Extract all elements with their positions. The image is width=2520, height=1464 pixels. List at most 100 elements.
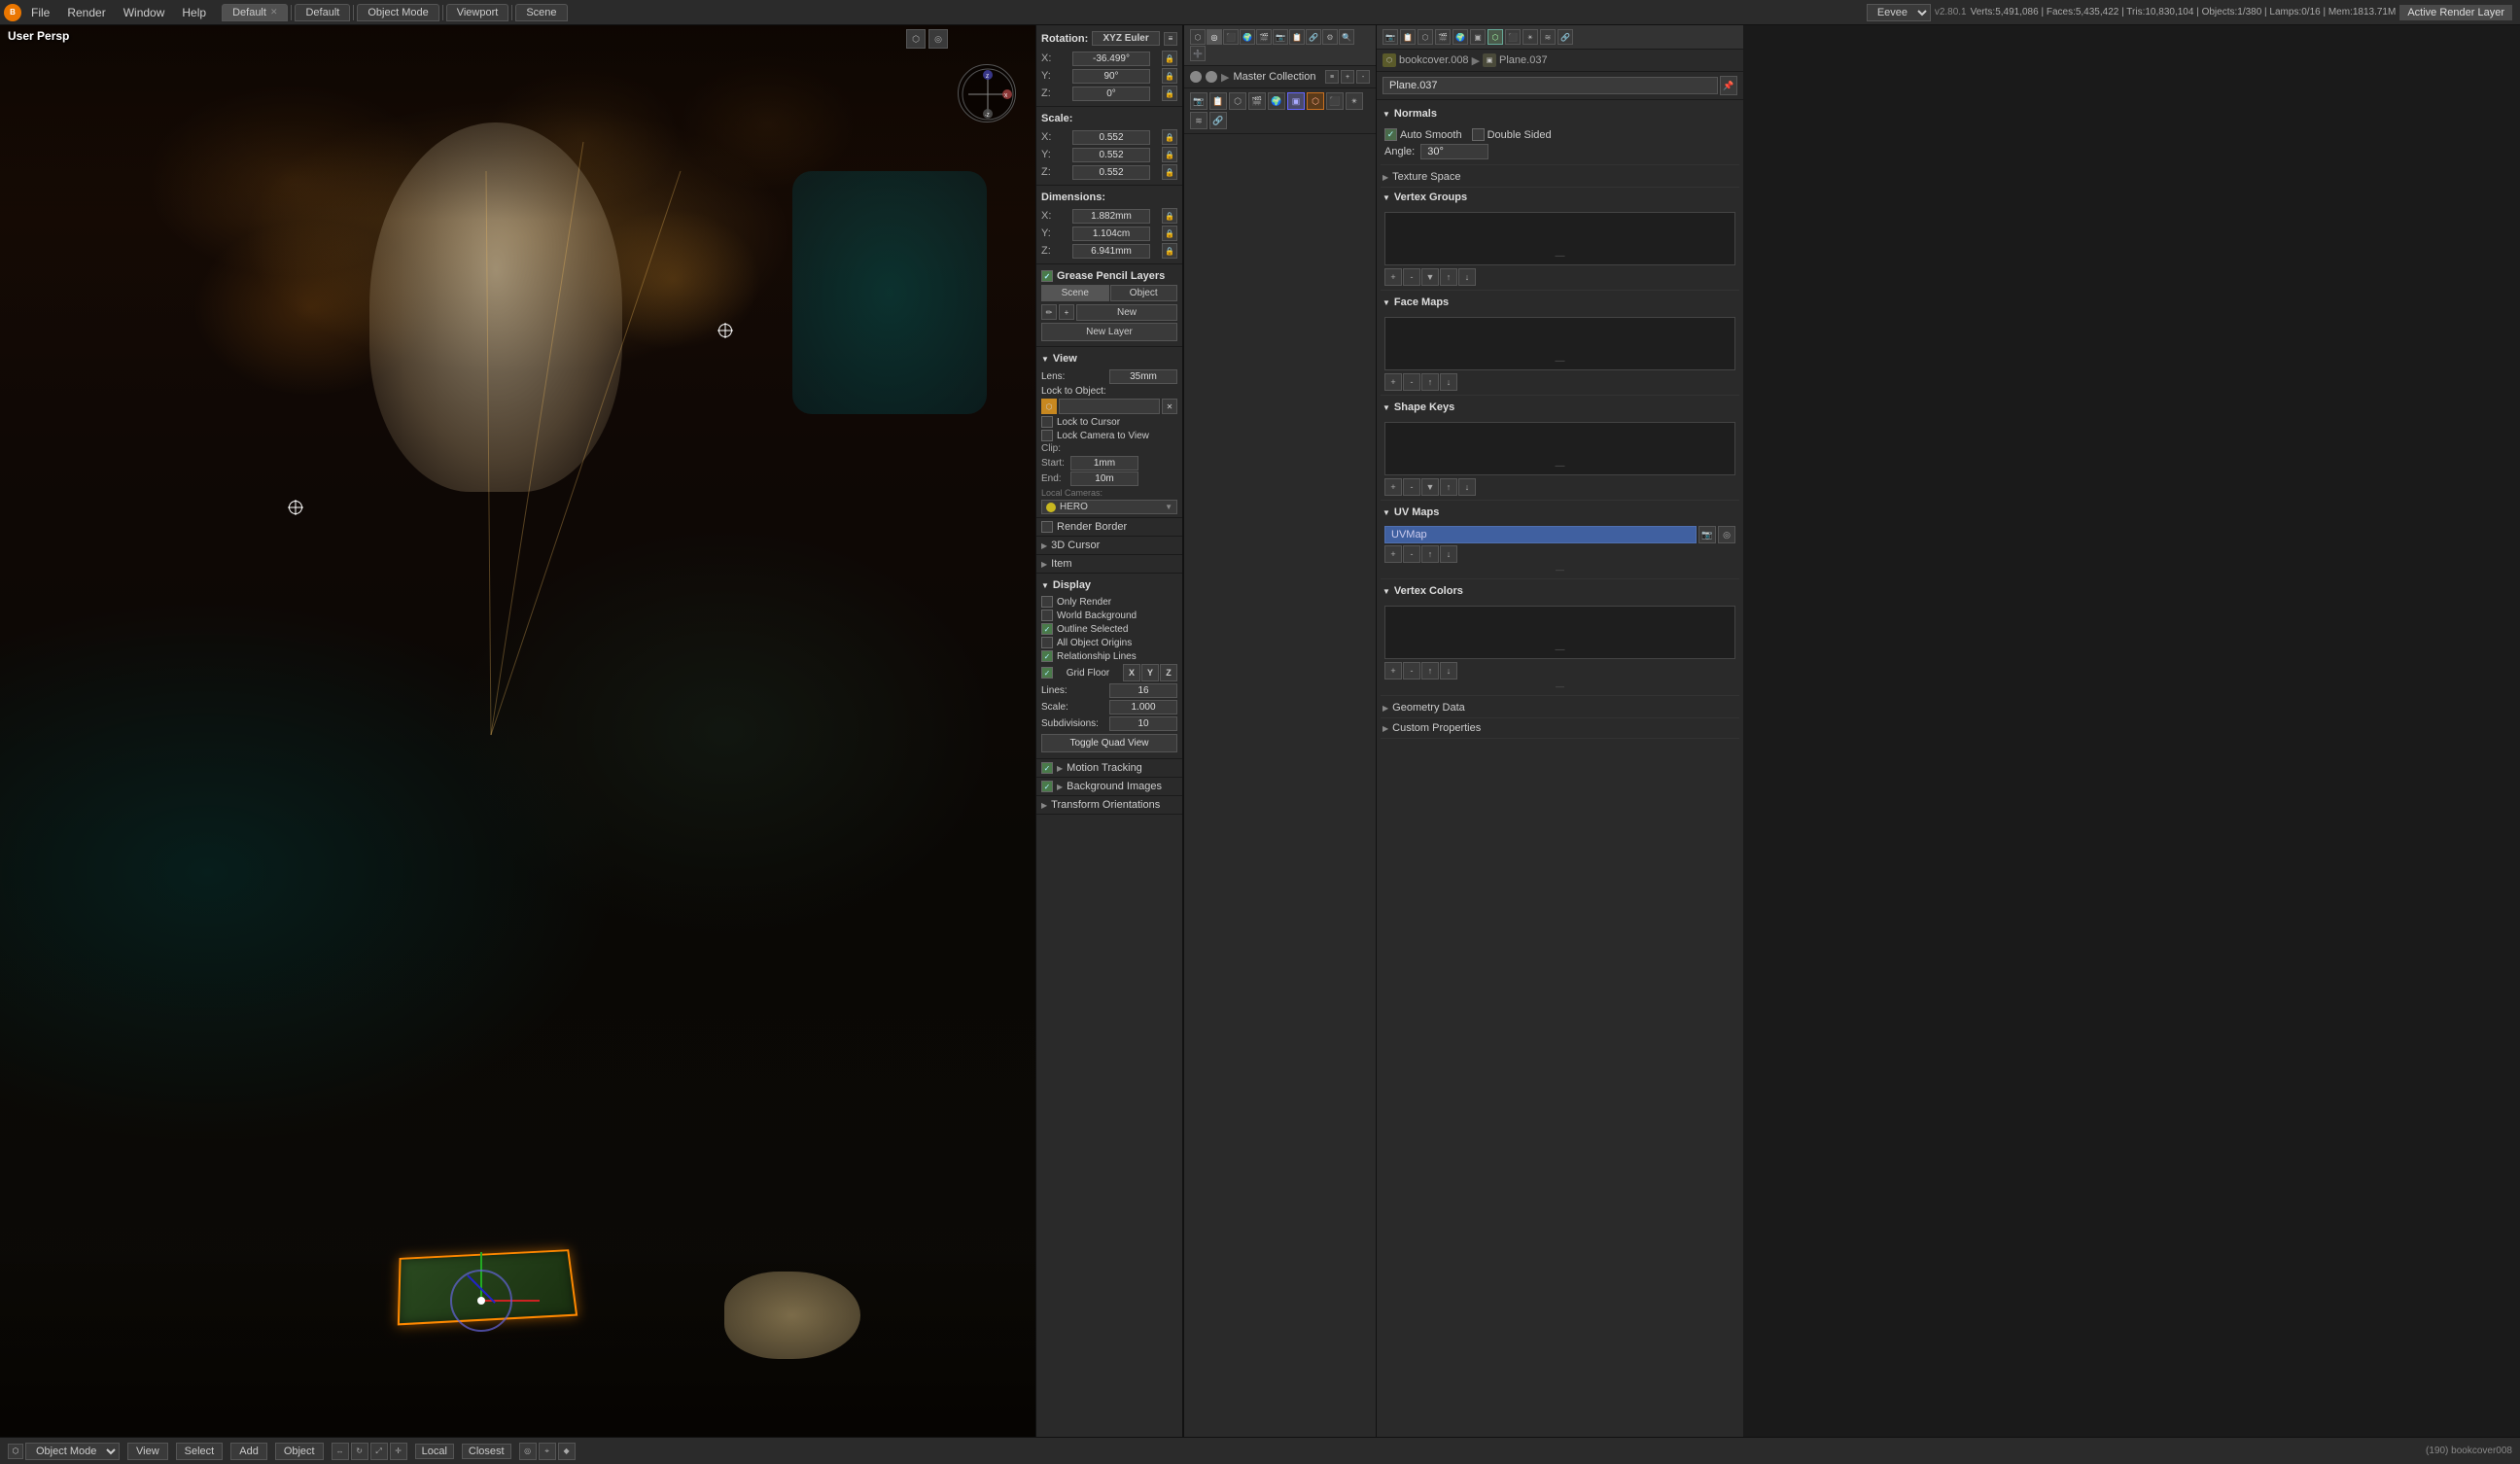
plane-name-field[interactable]	[1382, 77, 1718, 94]
render-border-checkbox[interactable]	[1041, 521, 1053, 533]
rph-particles-icon[interactable]: ✴	[1522, 29, 1538, 45]
workspace-close-icon[interactable]: ✕	[270, 7, 278, 17]
rph-world-icon[interactable]: 🌍	[1452, 29, 1468, 45]
uvmap-add-button[interactable]: +	[1384, 545, 1402, 563]
rotation-x-value[interactable]: -36.499°	[1072, 52, 1150, 66]
lock-link-field[interactable]	[1059, 399, 1160, 414]
dim-z-value[interactable]: 6.941mm	[1072, 244, 1150, 259]
fm-move-up-button[interactable]: ↑	[1421, 373, 1439, 391]
background-images-header[interactable]: ▶ Background Images	[1041, 781, 1177, 792]
rph-scene-icon[interactable]: 🎬	[1435, 29, 1451, 45]
clip-start-value[interactable]: 1mm	[1070, 456, 1138, 471]
scale-y-lock-icon[interactable]: 🔒	[1162, 147, 1177, 162]
dim-y-value[interactable]: 1.104cm	[1072, 227, 1150, 241]
output-icon[interactable]: 📋	[1289, 29, 1305, 45]
mode-select[interactable]: Object Mode	[25, 1443, 120, 1460]
material-prop-icon[interactable]: ⬛	[1326, 92, 1344, 110]
gp-new-layer-button[interactable]: New Layer	[1041, 323, 1177, 341]
lock-icon[interactable]: ⬡	[1041, 399, 1057, 414]
navigation-gizmo[interactable]: Z X -Z	[958, 64, 1016, 122]
vg-move-down-button[interactable]: ↓	[1458, 268, 1476, 286]
workspace-default-2[interactable]: Default	[295, 4, 350, 21]
scale-x-value[interactable]: 0.552	[1072, 130, 1150, 145]
sk-add-button[interactable]: +	[1384, 478, 1402, 496]
hero-dropdown[interactable]: HERO ▼	[1041, 500, 1177, 514]
rph-material-icon[interactable]: ⬛	[1505, 29, 1521, 45]
uvmap-move-down-button[interactable]: ↓	[1440, 545, 1457, 563]
tool-transform-icon[interactable]: ✛	[390, 1443, 407, 1460]
vg-add-button[interactable]: +	[1384, 268, 1402, 286]
world-prop-icon[interactable]: 🌍	[1268, 92, 1285, 110]
x-axis-btn[interactable]: X	[1123, 664, 1140, 681]
gp-new-button[interactable]: New	[1076, 304, 1177, 321]
render-icon[interactable]: 📷	[1273, 29, 1288, 45]
rotation-menu-icon[interactable]: ≡	[1164, 32, 1177, 46]
active-render-layer-label[interactable]: Active Render Layer	[2399, 5, 2512, 20]
fm-remove-button[interactable]: -	[1403, 373, 1420, 391]
sk-remove-button[interactable]: -	[1403, 478, 1420, 496]
scale-y-value[interactable]: 0.552	[1072, 148, 1150, 162]
vc-move-up-button[interactable]: ↑	[1421, 662, 1439, 680]
plane-pin-icon[interactable]: 📌	[1720, 76, 1737, 95]
lock-cursor-checkbox[interactable]	[1041, 416, 1053, 428]
input-icon[interactable]: 🔍	[1339, 29, 1354, 45]
tool-move-icon[interactable]: ↔	[332, 1443, 349, 1460]
display-header[interactable]: ▼ Display	[1041, 576, 1177, 594]
workspace-default-1[interactable]: Default ✕	[222, 4, 288, 21]
vg-move-up-button[interactable]: ↑	[1440, 268, 1457, 286]
gp-edit-icon[interactable]: ✏	[1041, 304, 1057, 320]
dim-z-lock-icon[interactable]: 🔒	[1162, 243, 1177, 259]
object-button[interactable]: Object	[275, 1443, 324, 1460]
grease-pencil-toggle[interactable]	[1041, 270, 1053, 282]
view-layer-prop-icon[interactable]: ⬡	[1229, 92, 1246, 110]
lines-value[interactable]: 16	[1109, 683, 1177, 698]
outline-selected-checkbox[interactable]	[1041, 623, 1053, 635]
scale-x-lock-icon[interactable]: 🔒	[1162, 129, 1177, 145]
rph-object-icon[interactable]: ▣	[1470, 29, 1486, 45]
rotation-y-lock-icon[interactable]: 🔒	[1162, 68, 1177, 84]
viewport-overlay-btn[interactable]: ◎	[928, 29, 948, 49]
grid-scale-value[interactable]: 1.000	[1109, 700, 1177, 715]
subdivisions-value[interactable]: 10	[1109, 716, 1177, 731]
rph-physics-icon[interactable]: ≋	[1540, 29, 1556, 45]
collection-filter-icon[interactable]: ≡	[1325, 70, 1339, 84]
scene-icon[interactable]: 🎬	[1256, 29, 1272, 45]
auto-smooth-checkbox[interactable]	[1384, 128, 1397, 141]
dim-x-lock-icon[interactable]: 🔒	[1162, 208, 1177, 224]
vc-move-down-button[interactable]: ↓	[1440, 662, 1457, 680]
texture-space-section[interactable]: ▶ Texture Space	[1381, 167, 1739, 188]
custom-properties-section[interactable]: ▶ Custom Properties	[1381, 718, 1739, 739]
sk-move-down-button[interactable]: ↓	[1458, 478, 1476, 496]
workspace-scene[interactable]: Scene	[515, 4, 567, 21]
vg-remove-button[interactable]: -	[1403, 268, 1420, 286]
vg-menu-button[interactable]: ▼	[1421, 268, 1439, 286]
compositing-icon[interactable]: 🔗	[1306, 29, 1321, 45]
transform-orientations-header[interactable]: ▶ Transform Orientations	[1041, 799, 1177, 811]
workspace-viewport[interactable]: Viewport	[446, 4, 509, 21]
uvmap-name-field[interactable]: UVMap	[1384, 526, 1697, 543]
lens-value[interactable]: 35mm	[1109, 369, 1177, 384]
double-sided-checkbox[interactable]	[1472, 128, 1485, 141]
all-obj-origins-checkbox[interactable]	[1041, 637, 1053, 648]
dim-y-lock-icon[interactable]: 🔒	[1162, 226, 1177, 241]
y-axis-btn[interactable]: Y	[1141, 664, 1159, 681]
viewport-shading-btn[interactable]: ⬡	[906, 29, 926, 49]
cursor-3d-header[interactable]: ▶ 3D Cursor	[1041, 540, 1177, 551]
vc-add-button[interactable]: +	[1384, 662, 1402, 680]
output-prop-icon[interactable]: 📋	[1209, 92, 1227, 110]
auto-keying-icon[interactable]: ◆	[558, 1443, 576, 1460]
render-prop-icon[interactable]: 📷	[1190, 92, 1208, 110]
viewport[interactable]: Z X -Z User Persp ⬡ ◎	[0, 25, 1035, 1437]
shape-keys-header[interactable]: ▼ Shape Keys	[1381, 398, 1739, 417]
blender-logo-icon[interactable]: B	[4, 4, 21, 21]
menu-window[interactable]: Window	[116, 4, 173, 21]
fm-move-down-button[interactable]: ↓	[1440, 373, 1457, 391]
motion-tracking-header[interactable]: ▶ Motion Tracking	[1041, 762, 1177, 774]
tool-scale-icon[interactable]: ⤢	[370, 1443, 388, 1460]
menu-file[interactable]: File	[23, 4, 57, 21]
render-border-header[interactable]: Render Border	[1041, 521, 1177, 533]
mesh-data-prop-icon[interactable]: ⬡	[1307, 92, 1324, 110]
uv-maps-header[interactable]: ▼ UV Maps	[1381, 503, 1739, 522]
geometry-data-section[interactable]: ▶ Geometry Data	[1381, 698, 1739, 718]
lock-camera-checkbox[interactable]	[1041, 430, 1053, 441]
